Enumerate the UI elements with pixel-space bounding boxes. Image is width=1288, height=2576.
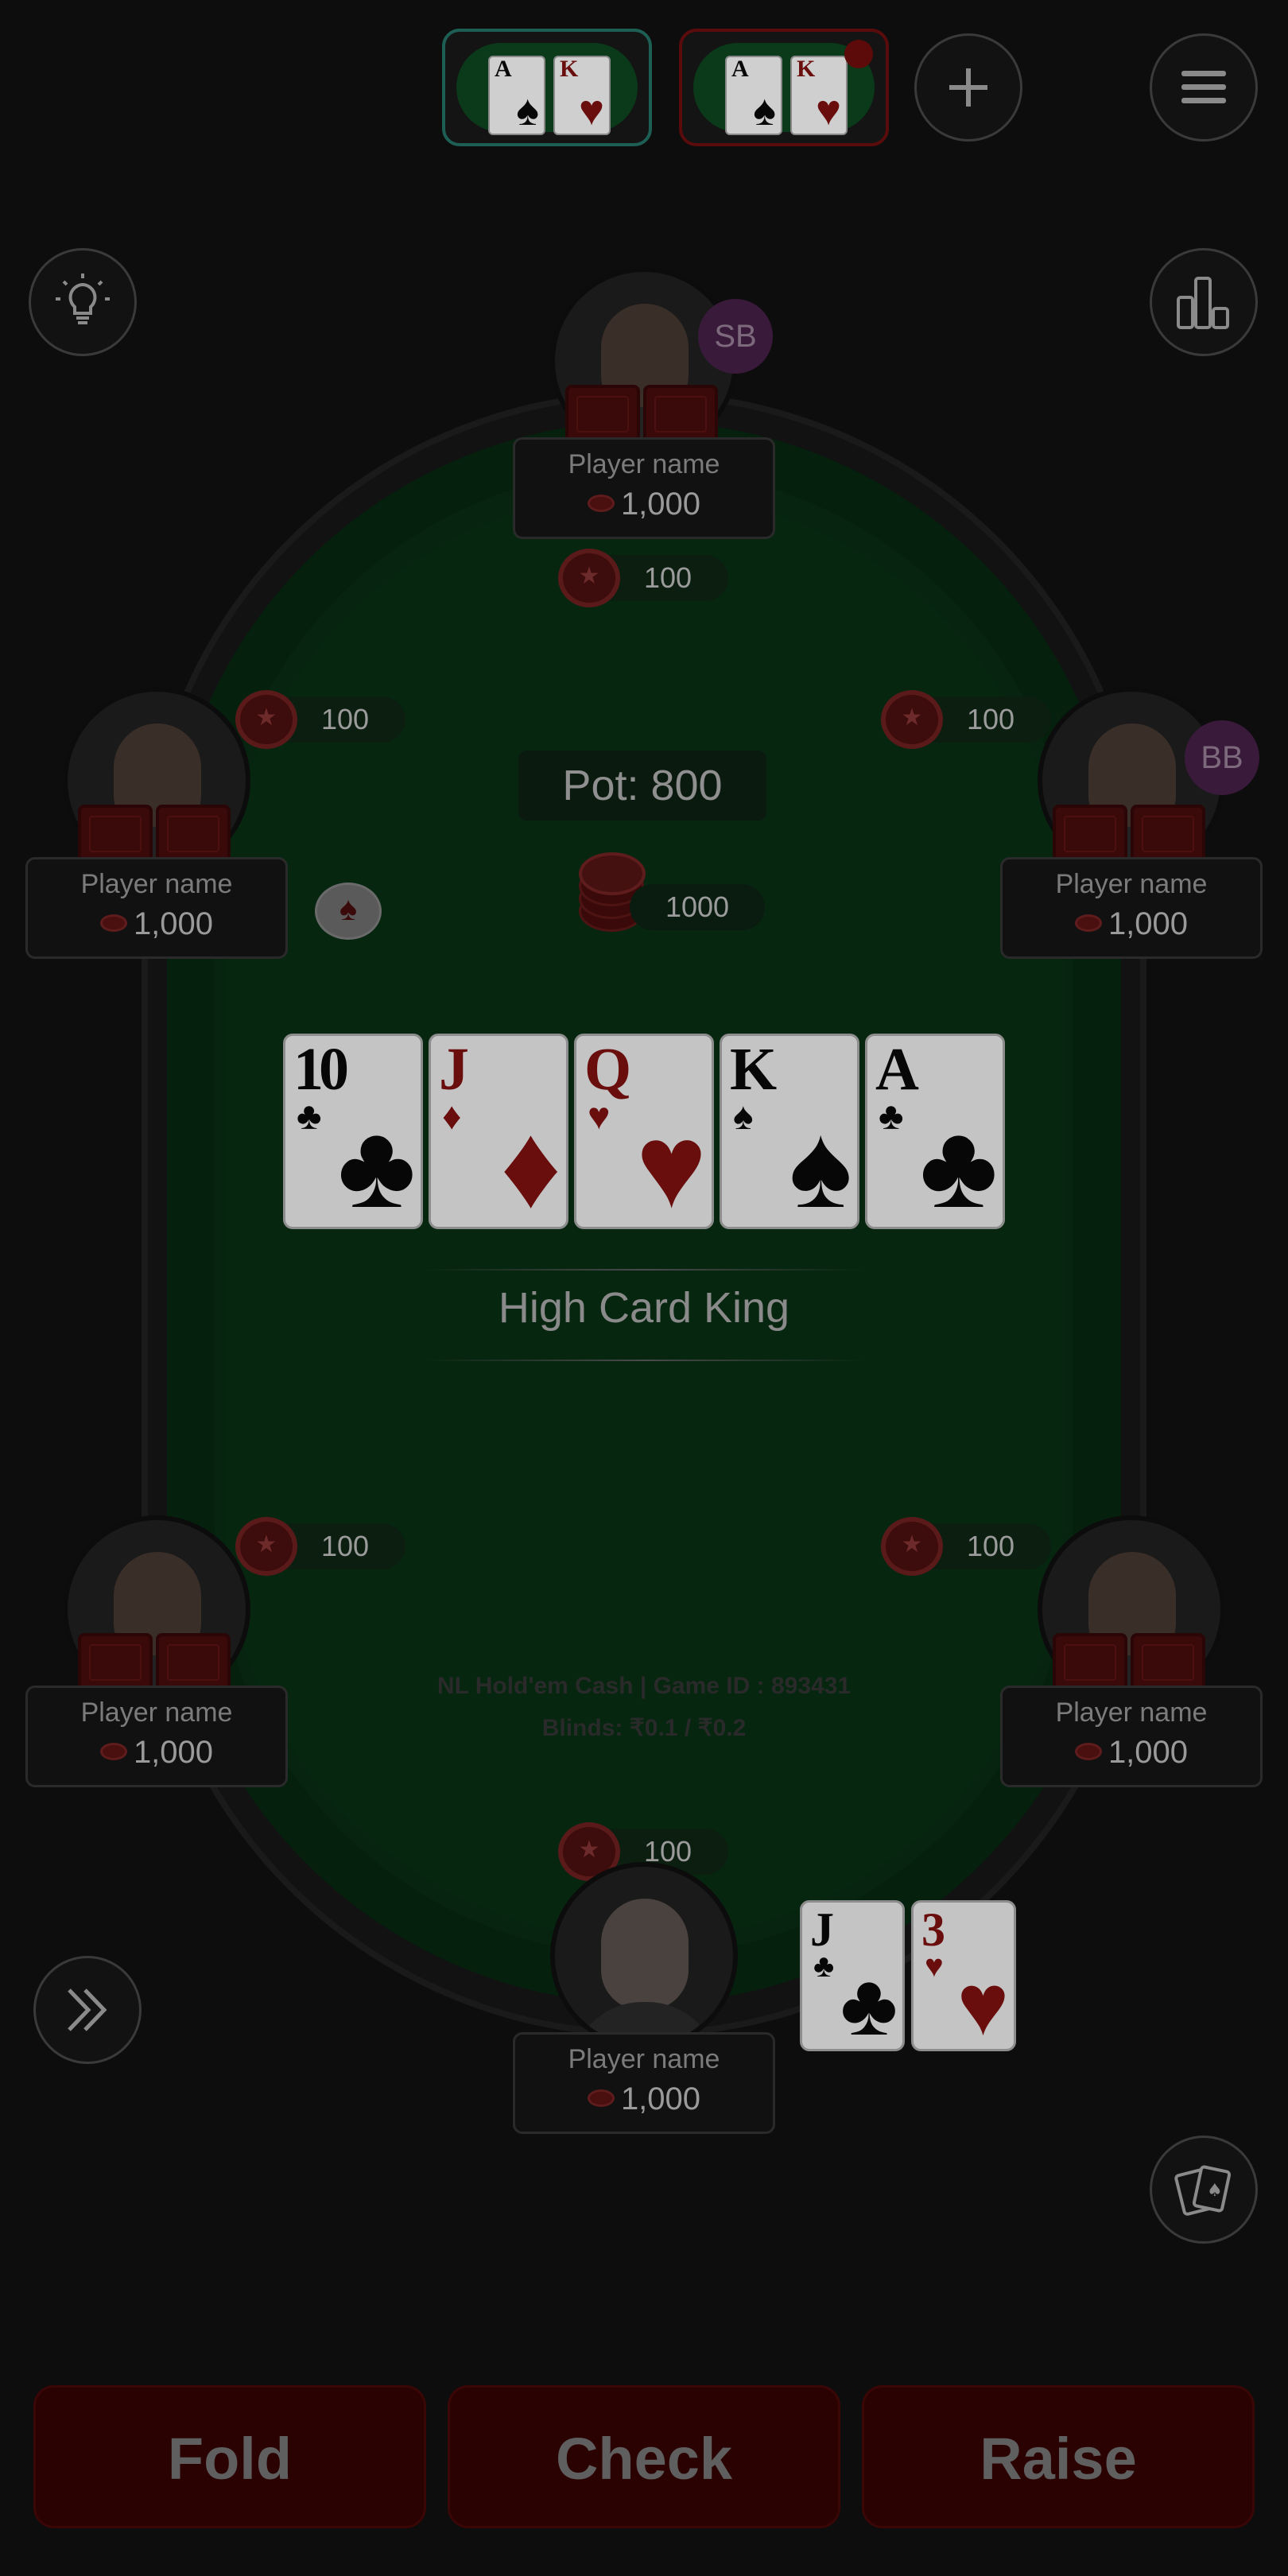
community-card: K ♠ ♠ [720,1034,859,1229]
card-back [1131,805,1205,863]
mini-card: A ♠ [488,56,545,135]
chip-icon [1074,1743,1102,1761]
player-info: Player name 1,000 [1000,1686,1263,1787]
player-name: Player name [80,1697,233,1728]
player-chips: 1,000 [28,906,285,942]
player-name: Player name [1055,1697,1208,1728]
hand-result-divider-bottom [421,1360,867,1361]
dealer-button: ♠ [315,883,382,940]
player-chips: 1,000 [1003,1735,1260,1771]
card-back [78,805,153,863]
check-button[interactable]: Check [448,2385,840,2528]
card-back [643,385,718,444]
bar-chart-icon [1177,277,1229,329]
chip-icon: ★ [881,690,943,749]
player-seat-upper-left[interactable]: Player name 1,000 [25,687,288,959]
notification-dot [844,40,873,68]
hero-card: J ♣ ♣ [800,1900,905,2051]
mini-card: A ♠ [725,56,782,135]
chip-icon [1074,914,1102,933]
player-info: Player name 1,000 [25,1686,288,1787]
small-blind-badge: SB [698,299,773,374]
player-chips: 1,000 [1003,906,1260,942]
chip-icon: ★ [881,1517,943,1576]
hand-result-text: High Card King [498,1284,790,1332]
double-chevron-right-icon [68,1988,107,2031]
community-card: Q ♥ ♥ [574,1034,714,1229]
chip-icon [587,2089,615,2108]
mini-card: K ♥ [790,56,848,135]
fast-forward-button[interactable] [33,1956,142,2064]
card-back [565,385,640,444]
player-chips: 1,000 [515,2081,773,2117]
hint-button[interactable] [29,248,137,356]
pot-stack-amount: 1000 [630,884,765,930]
card-back [78,1633,153,1692]
player-chips: 1,000 [515,487,773,522]
pot-label: Pot: 800 [518,751,766,821]
card-back [1053,1633,1127,1692]
player-seat-lower-left[interactable]: Player name 1,000 [25,1515,288,1787]
chip-icon [99,1743,127,1761]
chip-icon [99,914,127,933]
svg-text:♠: ♠ [1207,2181,1223,2201]
chip-icon: ★ [558,549,620,607]
plus-icon [949,68,987,107]
playing-cards-icon: ♠ [1174,2165,1232,2216]
player-info: Player name 1,000 [1000,857,1263,959]
player-name: Player name [80,869,233,899]
player-seat-hero[interactable]: Player name 1,000 [513,1862,775,2134]
card-back [1053,805,1127,863]
table-tab-1[interactable]: A ♠ K ♥ [442,29,652,146]
player-info: Player name 1,000 [513,2032,775,2134]
community-card: A ♣ ♣ [865,1034,1005,1229]
game-info-line1: NL Hold'em Cash | Game ID : 893431 [436,1673,852,1699]
card-back [1131,1633,1205,1692]
hand-rankings-button[interactable]: ♠ [1150,2136,1258,2244]
stats-button[interactable] [1150,248,1258,356]
hero-card: 3 ♥ ♥ [911,1900,1016,2051]
chip-icon [587,495,615,513]
player-info: Player name 1,000 [513,437,775,539]
player-info: Player name 1,000 [25,857,288,959]
player-name: Player name [568,449,720,479]
table-tab-2[interactable]: A ♠ K ♥ [679,29,889,146]
bet-amount: ★ 100 [558,549,728,607]
add-table-button[interactable] [914,33,1022,142]
card-back [156,1633,231,1692]
hand-result-divider-top [421,1269,867,1271]
lightbulb-icon [56,274,110,324]
hamburger-menu-icon [1181,71,1226,103]
fold-button[interactable]: Fold [33,2385,426,2528]
community-card: J ♦ ♦ [429,1034,568,1229]
menu-button[interactable] [1150,33,1258,142]
game-info-line2: Blinds: ₹0.1 / ₹0.2 [541,1715,747,1741]
avatar [550,1862,738,2050]
player-name: Player name [1055,869,1208,899]
big-blind-badge: BB [1185,720,1259,795]
card-back [156,805,231,863]
raise-button[interactable]: Raise [862,2385,1255,2528]
player-name: Player name [568,2044,720,2074]
player-seat-lower-right[interactable]: Player name 1,000 [1000,1515,1263,1787]
mini-card: K ♥ [553,56,611,135]
community-card: 10 ♣ ♣ [283,1034,423,1229]
player-chips: 1,000 [28,1735,285,1771]
